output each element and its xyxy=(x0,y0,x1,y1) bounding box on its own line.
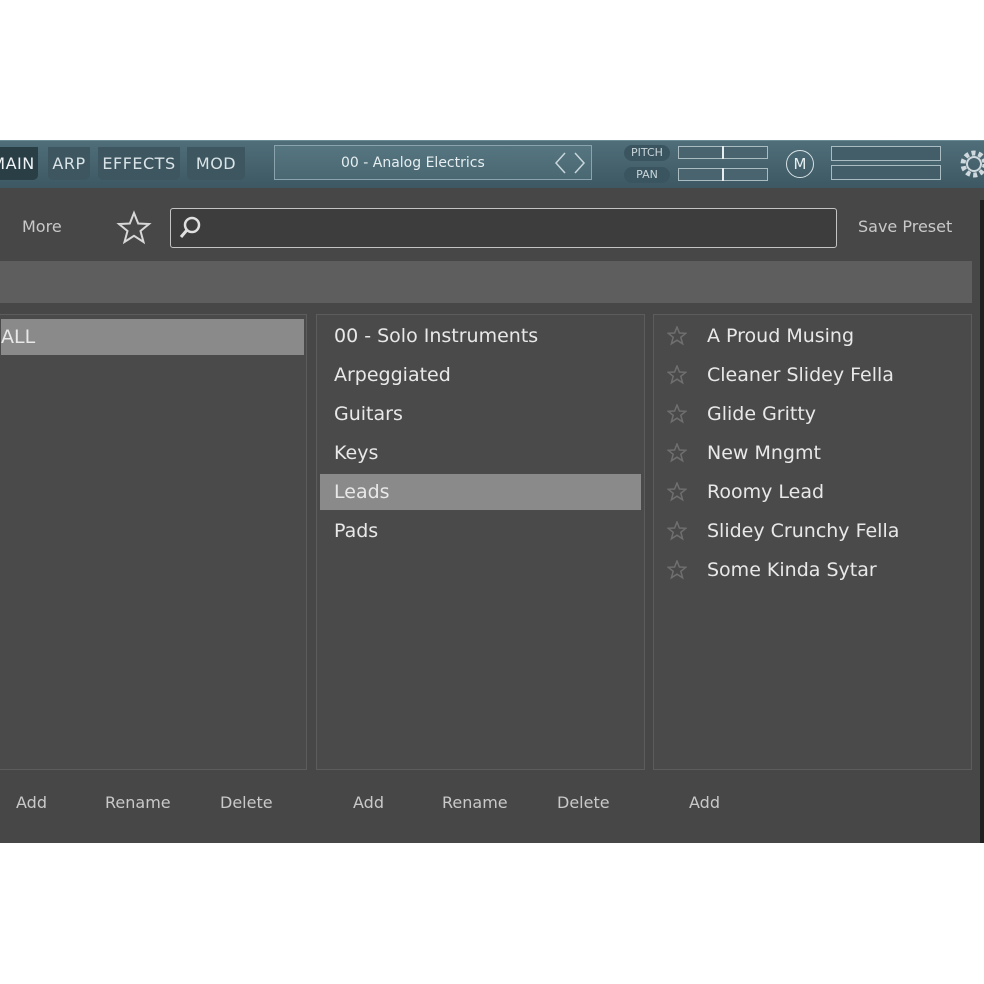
list-item-label: A Proud Musing xyxy=(707,325,855,347)
more-button[interactable]: More xyxy=(22,217,62,236)
category-delete-button[interactable]: Delete xyxy=(557,793,610,812)
category-item[interactable]: Pads xyxy=(320,513,641,549)
preset-item[interactable]: Glide Gritty xyxy=(654,396,971,432)
category-item-selected[interactable]: Leads xyxy=(320,474,641,510)
category-item[interactable]: Guitars xyxy=(320,396,641,432)
bank-rename-button[interactable]: Rename xyxy=(105,793,171,812)
column-header-strip xyxy=(0,261,972,303)
list-item-label: Slidey Crunchy Fella xyxy=(707,520,900,542)
category-add-button[interactable]: Add xyxy=(353,793,384,812)
star-icon[interactable] xyxy=(667,443,687,463)
preset-list: A Proud Musing Cleaner Slidey Fella Glid… xyxy=(653,314,972,770)
list-item-label: Arpeggiated xyxy=(334,364,451,386)
pitch-slider[interactable] xyxy=(678,146,768,159)
preset-item[interactable]: Slidey Crunchy Fella xyxy=(654,513,971,549)
preset-display[interactable]: 00 - Analog Electrics ‹ › xyxy=(274,145,592,180)
preset-item[interactable]: A Proud Musing xyxy=(654,318,971,354)
pan-slider-knob[interactable] xyxy=(722,168,724,181)
preset-name: 00 - Analog Electrics xyxy=(341,155,485,171)
pan-label: PAN xyxy=(624,167,670,183)
star-icon[interactable] xyxy=(116,210,152,246)
bank-delete-button[interactable]: Delete xyxy=(220,793,273,812)
list-item-label: 00 - Solo Instruments xyxy=(334,325,539,347)
search-box[interactable] xyxy=(170,208,837,248)
mono-button[interactable]: M xyxy=(786,150,814,178)
preset-item[interactable]: Roomy Lead xyxy=(654,474,971,510)
list-item-label: Some Kinda Sytar xyxy=(707,559,877,581)
list-item-label: Roomy Lead xyxy=(707,481,825,503)
preset-item[interactable]: Cleaner Slidey Fella xyxy=(654,357,971,393)
search-input[interactable] xyxy=(207,213,811,245)
list-item-label: Glide Gritty xyxy=(707,403,817,425)
preset-browser-window: MAIN ARP EFFECTS MOD 00 - Analog Electri… xyxy=(0,140,984,843)
list-item-label: Leads xyxy=(334,481,390,503)
list-item-label: Keys xyxy=(334,442,379,464)
category-item[interactable]: Keys xyxy=(320,435,641,471)
tab-arp[interactable]: ARP xyxy=(48,147,90,180)
bank-list: ALL xyxy=(0,314,307,770)
list-item-label: Guitars xyxy=(334,403,403,425)
bank-add-button[interactable]: Add xyxy=(16,793,47,812)
level-meter-left xyxy=(831,146,941,161)
star-icon[interactable] xyxy=(667,521,687,541)
pitch-slider-knob[interactable] xyxy=(722,146,724,159)
top-bar: MAIN ARP EFFECTS MOD 00 - Analog Electri… xyxy=(0,140,984,188)
list-item-label: Pads xyxy=(334,520,379,542)
pan-slider[interactable] xyxy=(678,168,768,181)
level-meter-right xyxy=(831,165,941,180)
star-icon[interactable] xyxy=(667,482,687,502)
pitch-label: PITCH xyxy=(624,145,670,161)
star-icon[interactable] xyxy=(667,404,687,424)
list-item-label: Cleaner Slidey Fella xyxy=(707,364,894,386)
preset-item[interactable]: New Mngmt xyxy=(654,435,971,471)
preset-item[interactable]: Some Kinda Sytar xyxy=(654,552,971,588)
list-item-label: New Mngmt xyxy=(707,442,821,464)
category-item[interactable]: Arpeggiated xyxy=(320,357,641,393)
star-icon[interactable] xyxy=(667,365,687,385)
save-preset-button[interactable]: Save Preset xyxy=(858,217,952,236)
search-icon xyxy=(179,216,201,238)
tab-mod[interactable]: MOD xyxy=(187,147,245,180)
preset-add-button[interactable]: Add xyxy=(689,793,720,812)
category-item[interactable]: 00 - Solo Instruments xyxy=(320,318,641,354)
list-item-label: ALL xyxy=(1,326,36,348)
gear-icon[interactable] xyxy=(958,148,984,180)
bank-item-all[interactable]: ALL xyxy=(1,319,304,355)
category-list: 00 - Solo Instruments Arpeggiated Guitar… xyxy=(316,314,645,770)
tab-main[interactable]: MAIN xyxy=(0,147,38,180)
category-rename-button[interactable]: Rename xyxy=(442,793,508,812)
prev-next-arrows-icon xyxy=(554,152,586,174)
star-icon[interactable] xyxy=(667,326,687,346)
tab-effects[interactable]: EFFECTS xyxy=(98,147,180,180)
star-icon[interactable] xyxy=(667,560,687,580)
scrollbar-edge[interactable] xyxy=(980,200,984,843)
